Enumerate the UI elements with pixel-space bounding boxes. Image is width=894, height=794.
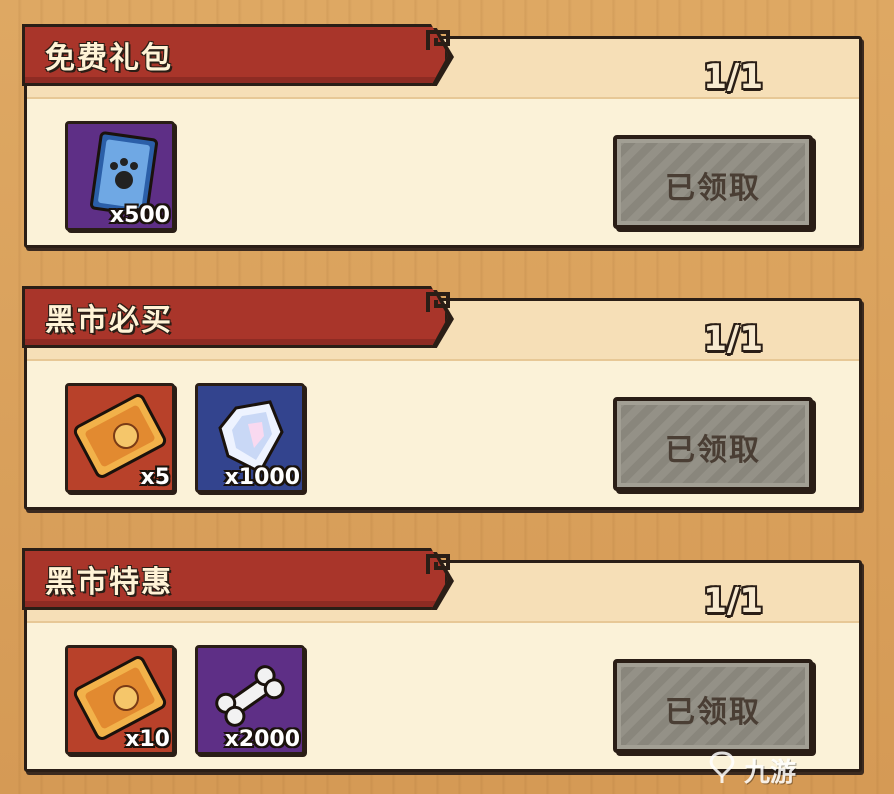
item-quantity: x500 [109,203,170,228]
claimed-label: 已领取 [665,433,761,468]
reward-item-ticket[interactable]: x10 [65,645,175,755]
item-quantity: x1000 [224,465,300,490]
panel-title: 黑市特惠 [45,565,173,600]
ornament-icon [426,30,450,50]
title-ribbon: 免费礼包 [22,24,448,86]
reward-item-bone[interactable]: x2000 [195,645,305,755]
item-quantity: x10 [125,727,170,752]
reward-item-crystal[interactable]: x1000 [195,383,305,493]
claimed-label: 已领取 [665,171,761,206]
gift-panel-black-market-must-buy: 1/1 x5 x1000 已领取 黑市必买 [22,286,862,514]
claimed-label: 已领取 [665,695,761,730]
gift-panel-black-market-special: 1/1 x10 x2000 已领取 黑市特惠 [22,548,862,776]
claimed-button[interactable]: 已领取 [613,397,813,491]
gift-panel-free: 1/1 x500 已领取 免费礼包 [22,24,862,252]
panel-title: 免费礼包 [45,41,173,76]
panel-title: 黑市必买 [45,303,173,338]
reward-item-paw-card[interactable]: x500 [65,121,175,231]
claimed-button[interactable]: 已领取 [613,135,813,229]
purchase-counter: 1/1 [703,319,763,359]
reward-item-ticket[interactable]: x5 [65,383,175,493]
item-quantity: x5 [140,465,171,490]
watermark: 九游 [704,750,884,788]
watermark-logo-icon [709,751,735,783]
ornament-icon [426,292,450,312]
purchase-counter: 1/1 [703,57,763,97]
purchase-counter: 1/1 [703,581,763,621]
ornament-icon [426,554,450,574]
item-quantity: x2000 [224,727,300,752]
claimed-button[interactable]: 已领取 [613,659,813,753]
title-ribbon: 黑市特惠 [22,548,448,610]
watermark-text: 九游 [744,758,797,788]
title-ribbon: 黑市必买 [22,286,448,348]
